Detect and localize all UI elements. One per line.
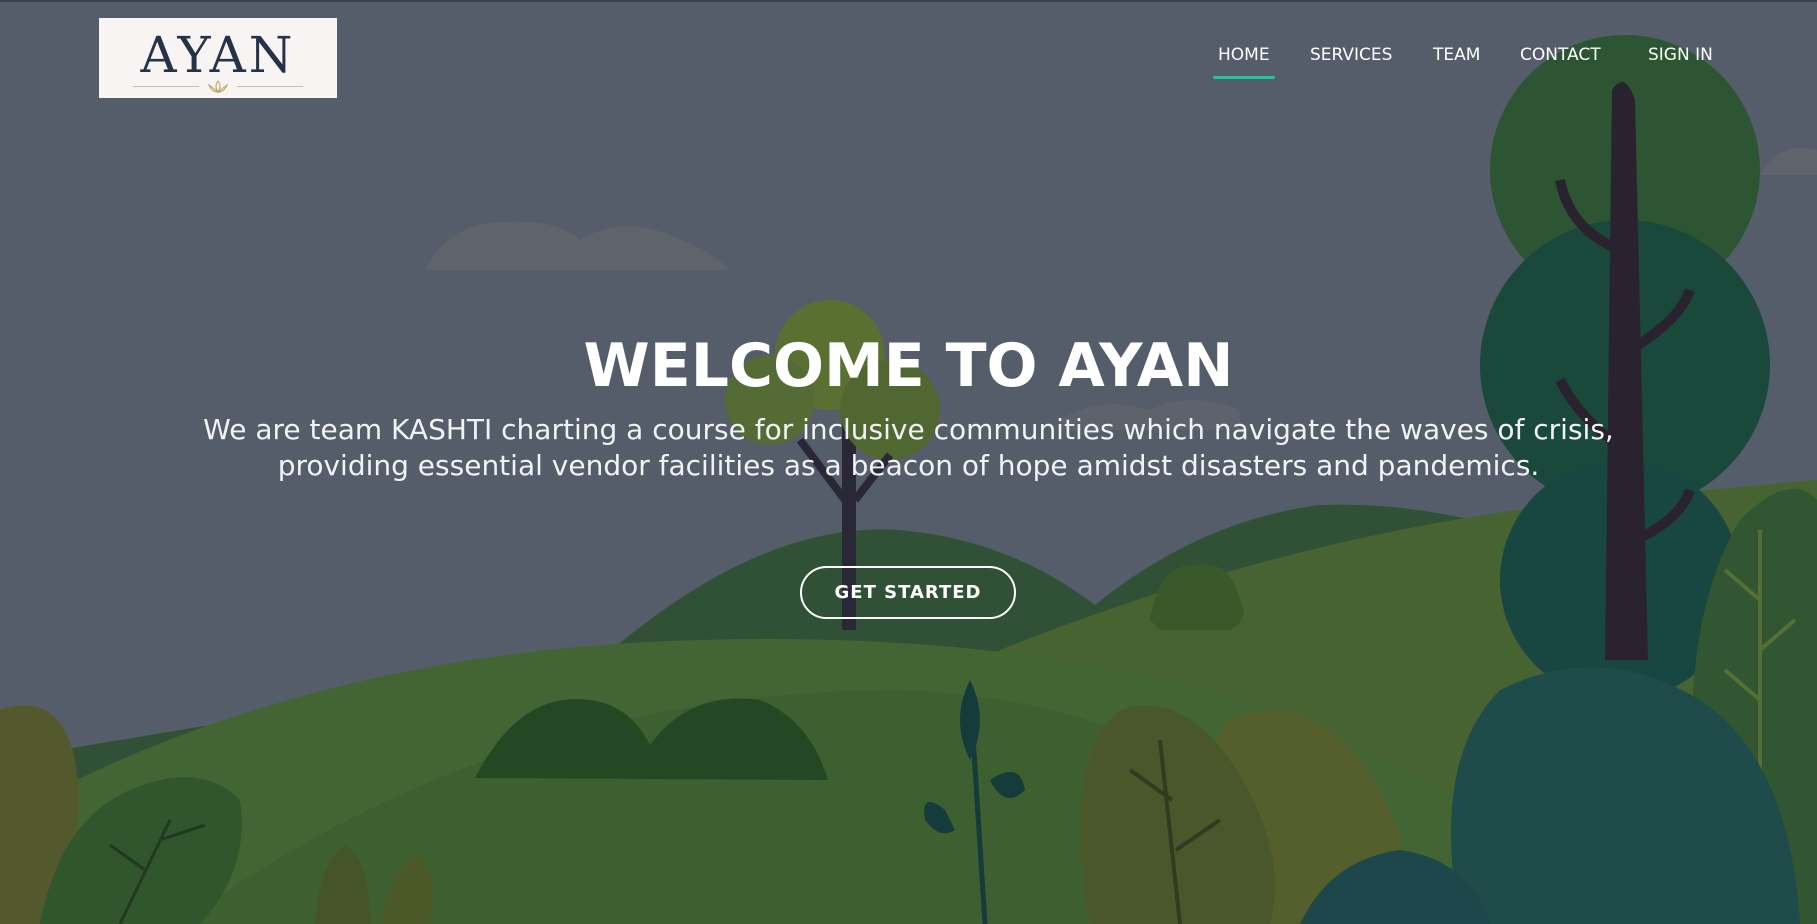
nav-services[interactable]: SERVICES (1310, 45, 1392, 65)
hero-subtitle-line-1: We are team KASHTI charting a course for… (203, 413, 1614, 446)
hero-content: WELCOME TO AYAN We are team KASHTI chart… (0, 330, 1817, 484)
nav-team[interactable]: TEAM (1433, 45, 1480, 65)
lotus-icon (207, 80, 229, 93)
logo-divider-left (133, 86, 199, 87)
hero-subtitle: We are team KASHTI charting a course for… (109, 412, 1709, 484)
nav-sign-in[interactable]: SIGN IN (1648, 45, 1713, 65)
logo-wordmark: AYAN (140, 26, 296, 84)
nav-home[interactable]: HOME (1213, 45, 1275, 79)
hero-subtitle-line-2: providing essential vendor facilities as… (277, 449, 1540, 482)
get-started-button[interactable]: GET STARTED (800, 566, 1016, 619)
ayan-logo[interactable]: AYAN (99, 18, 337, 98)
hero-title: WELCOME TO AYAN (583, 331, 1234, 401)
logo-divider-right (237, 86, 303, 87)
top-border (0, 0, 1817, 2)
nav-contact[interactable]: CONTACT (1520, 45, 1601, 65)
